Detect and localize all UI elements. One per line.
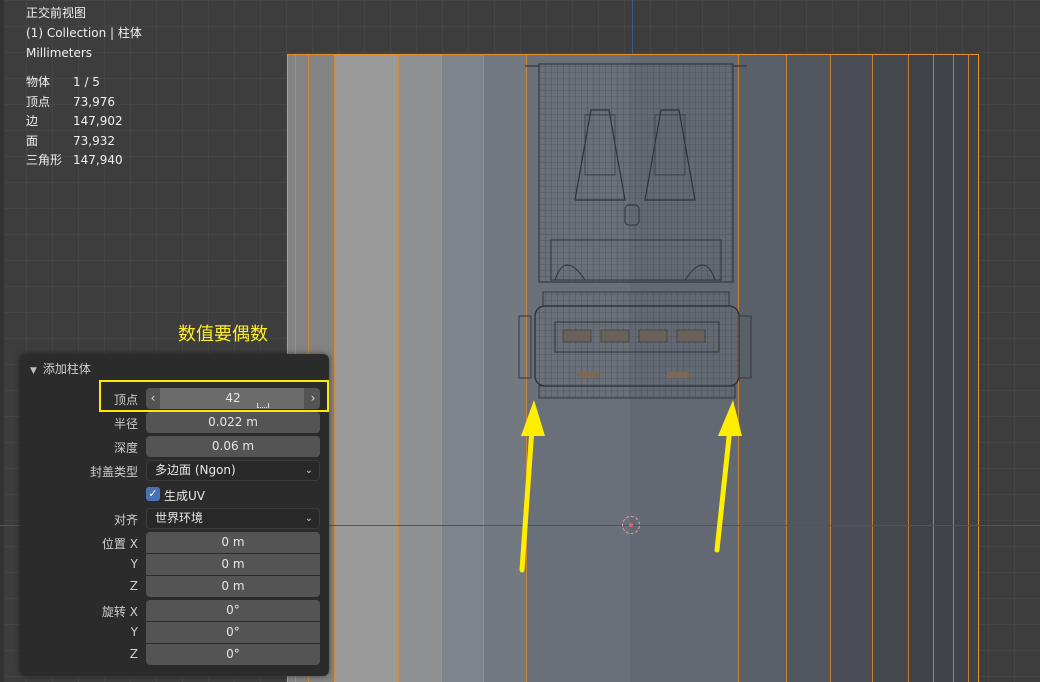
edge-line	[786, 55, 787, 682]
stat-triangles: 三角形 147,940	[26, 153, 123, 168]
panel-header[interactable]: ▼ 添加柱体	[30, 360, 91, 377]
toolbar-edge	[0, 0, 4, 682]
align-label: 对齐	[113, 513, 138, 527]
location-z-label: Z	[129, 579, 138, 593]
rotation-y-label: Y	[130, 625, 138, 639]
annotation-text: 数值要偶数	[178, 324, 268, 345]
rotation-x-field[interactable]: 0°	[146, 600, 320, 621]
usb-connector-mesh	[518, 63, 752, 399]
rotation-label: 旋转 X	[101, 605, 138, 619]
stat-faces: 面 73,932	[26, 133, 115, 148]
text-cursor-icon	[257, 403, 269, 408]
edge-line	[968, 55, 969, 682]
rotation-z-label: Z	[129, 647, 138, 661]
edge-line	[953, 55, 954, 682]
view-name: 正交前视图	[26, 6, 87, 20]
cylinder-strip	[334, 55, 398, 682]
viewport-text-info: 正交前视图 (1) Collection | 柱体 Millimeters	[26, 3, 142, 63]
generate-uv-checkbox[interactable]: ✓	[146, 487, 160, 501]
cap-type-row: 封盖类型 多边面 (Ngon) ⌄	[20, 460, 329, 482]
cylinder-strip	[786, 55, 830, 682]
location-z-field[interactable]: 0 m	[146, 576, 320, 597]
depth-field[interactable]: 0.06 m	[146, 436, 320, 457]
cylinder-strip	[398, 55, 441, 682]
stat-edges: 边 147,902	[26, 114, 123, 129]
chevron-down-icon: ⌄	[304, 513, 313, 524]
rotation-y-field[interactable]: 0°	[146, 622, 320, 643]
panel-title: 添加柱体	[42, 362, 91, 376]
location-y-row: Y 0 m	[20, 554, 329, 576]
location-y-field[interactable]: 0 m	[146, 554, 320, 575]
object-origin-icon	[622, 516, 640, 534]
edge-line	[908, 55, 909, 682]
radius-row: 半径 0.022 m	[20, 412, 329, 434]
edge-line	[830, 55, 831, 682]
edge-line	[334, 55, 335, 682]
radius-label: 半径	[113, 417, 138, 431]
location-z-row: Z 0 m	[20, 576, 329, 598]
align-dropdown[interactable]: 世界环境 ⌄	[146, 508, 320, 529]
annotation-arrows	[519, 400, 742, 573]
location-y-label: Y	[130, 557, 138, 571]
highlight-box	[99, 380, 329, 412]
stat-objects: 物体 1 / 5	[26, 75, 100, 89]
align-row: 对齐 世界环境 ⌄	[20, 508, 329, 530]
depth-label: 深度	[113, 441, 138, 455]
edge-line	[872, 55, 873, 682]
cylinder-strip	[441, 55, 483, 682]
stat-vertices: 顶点 73,976	[26, 94, 115, 109]
location-x-row: 位置 X 0 m	[20, 532, 329, 554]
cap-type-dropdown[interactable]: 多边面 (Ngon) ⌄	[146, 460, 320, 481]
cylinder-strip	[830, 55, 872, 682]
chevron-down-icon: ⌄	[304, 465, 313, 476]
collection-name: (1) Collection | 柱体	[26, 26, 142, 40]
collapse-triangle-icon[interactable]: ▼	[30, 366, 37, 376]
generate-uv-label[interactable]: 生成UV	[164, 487, 205, 504]
location-x-field[interactable]: 0 m	[146, 532, 320, 553]
depth-row: 深度 0.06 m	[20, 436, 329, 458]
rotation-y-row: Y 0°	[20, 622, 329, 644]
rotation-x-row: 旋转 X 0°	[20, 600, 329, 622]
rotation-z-row: Z 0°	[20, 644, 329, 666]
generate-uv-row: ✓ 生成UV	[20, 485, 329, 507]
edge-line	[483, 55, 484, 682]
edge-line	[441, 55, 442, 682]
edge-line	[398, 55, 399, 682]
scene-statistics: 物体 1 / 5 顶点 73,976 边 147,902 面 73,932 三角形 147…	[26, 73, 123, 171]
location-label: 位置 X	[101, 537, 138, 551]
cylinder-strip	[872, 55, 908, 682]
unit-system: Millimeters	[26, 46, 93, 60]
cap-type-label: 封盖类型	[89, 465, 138, 479]
rotation-z-field[interactable]: 0°	[146, 644, 320, 665]
cap-type-value: 多边面 (Ngon)	[155, 463, 236, 477]
radius-field[interactable]: 0.022 m	[146, 412, 320, 433]
align-value: 世界环境	[155, 511, 204, 525]
edge-line	[933, 55, 934, 682]
